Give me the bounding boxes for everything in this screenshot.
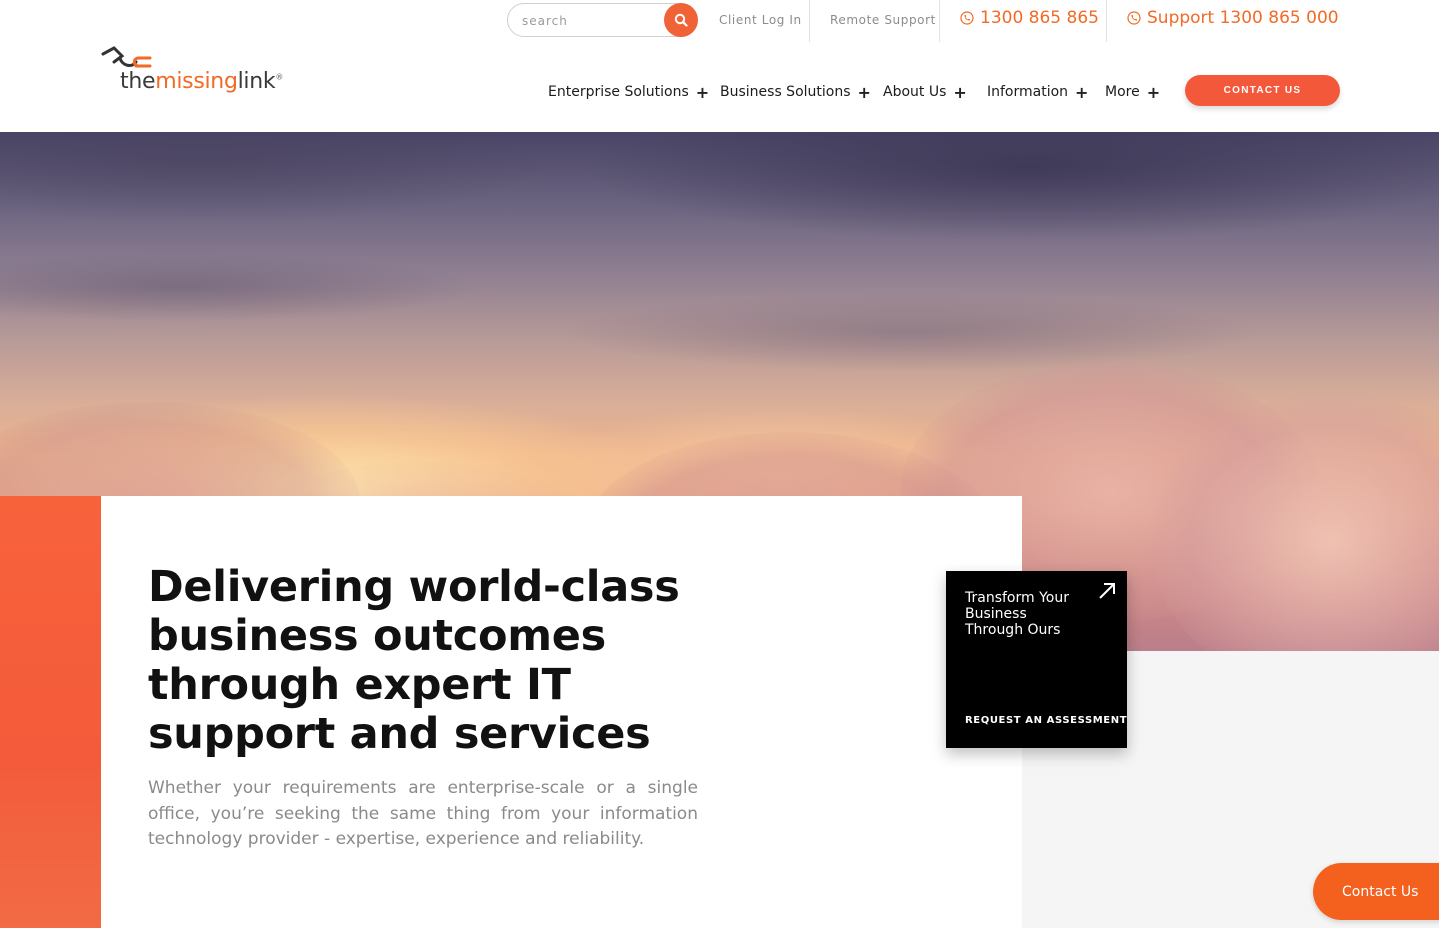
arrow-up-right-icon	[1099, 583, 1115, 599]
plus-icon: +	[1146, 82, 1161, 102]
plus-icon: +	[695, 82, 710, 102]
search-input[interactable]	[522, 11, 662, 31]
nav-business-solutions[interactable]: Business Solutions +	[720, 82, 871, 102]
client-login-link[interactable]: Client Log In	[719, 13, 802, 27]
nav-label: Business Solutions	[720, 84, 851, 100]
sales-phone-link[interactable]: 1300 865 865	[960, 8, 1099, 28]
divider	[1106, 0, 1107, 42]
site-header: themissinglink® Client Log In Remote Sup…	[0, 0, 1439, 132]
plus-icon: +	[953, 82, 967, 102]
nav-label: About Us	[883, 84, 947, 100]
sales-phone-number: 1300 865 865	[980, 8, 1099, 28]
assessment-title: Transform Your Business Through Ours	[965, 590, 1069, 638]
nav-label: More	[1105, 84, 1140, 100]
nav-label: Enterprise Solutions	[548, 84, 689, 100]
divider	[809, 0, 810, 42]
hero-subtext: Whether your requirements are enterprise…	[148, 778, 698, 849]
phone-icon	[960, 11, 974, 25]
floating-contact-button[interactable]: Contact Us	[1313, 863, 1439, 920]
nav-more[interactable]: More +	[1105, 82, 1160, 102]
logo[interactable]: themissinglink®	[100, 42, 283, 102]
nav-information[interactable]: Information +	[987, 82, 1088, 102]
support-phone-number: Support 1300 865 000	[1147, 8, 1339, 28]
request-assessment-link: REQUEST AN ASSESSMENT	[965, 715, 1128, 726]
assessment-card[interactable]: Transform Your Business Through Ours REQ…	[946, 571, 1127, 748]
logo-wordmark: themissinglink®	[120, 69, 284, 94]
search-box	[507, 3, 698, 37]
plus-icon: +	[857, 82, 871, 102]
contact-us-button[interactable]: CONTACT US	[1185, 75, 1340, 106]
hero-headline: Delivering world-class business outcomes…	[148, 562, 680, 759]
phone-icon	[1127, 11, 1141, 25]
plus-icon: +	[1075, 82, 1089, 102]
search-button[interactable]	[664, 3, 698, 37]
accent-strip	[0, 496, 102, 928]
nav-enterprise-solutions[interactable]: Enterprise Solutions +	[548, 82, 709, 102]
remote-support-link[interactable]: Remote Support	[830, 13, 936, 27]
support-phone-link[interactable]: Support 1300 865 000	[1127, 8, 1339, 28]
search-icon	[674, 13, 688, 27]
nav-about-us[interactable]: About Us +	[883, 82, 967, 102]
nav-label: Information	[987, 84, 1069, 100]
divider	[939, 0, 940, 42]
